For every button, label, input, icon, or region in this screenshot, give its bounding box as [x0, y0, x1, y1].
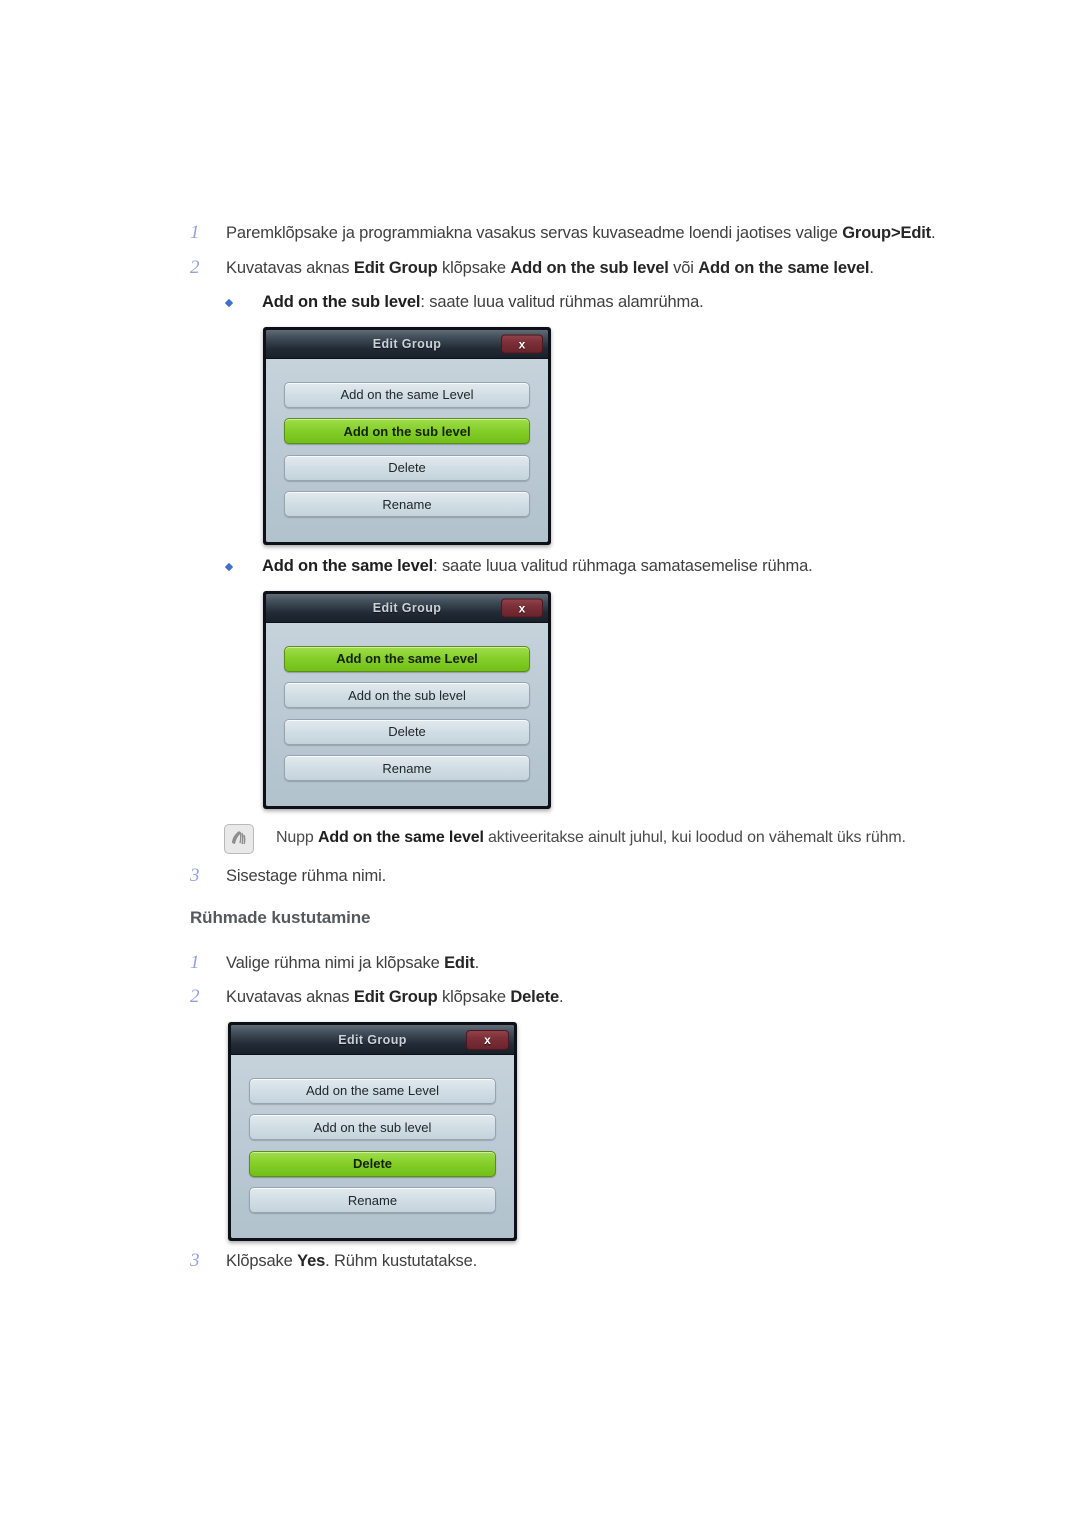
step-number: 3: [190, 865, 200, 886]
step-item-1: 1 Paremklõpsake ja programmiakna vasakus…: [190, 221, 1000, 245]
delete-button[interactable]: Delete: [284, 454, 530, 481]
close-icon[interactable]: x: [501, 598, 543, 618]
edit-group-dialog-1[interactable]: Edit Group x Add on the same Level Add o…: [263, 327, 551, 545]
dialog-titlebar: Edit Group x: [231, 1025, 514, 1055]
delete-button[interactable]: Delete: [284, 718, 530, 745]
delete-step-item-1: 1 Valige rühma nimi ja klõpsake Edit.: [190, 951, 1000, 975]
delete-step-item-2: 2 Kuvatavas aknas Edit Group klõpsake De…: [190, 985, 1000, 1009]
add-on-same-level-button[interactable]: Add on the same Level: [284, 645, 530, 672]
document-page: 1 Paremklõpsake ja programmiakna vasakus…: [0, 0, 1080, 1527]
step-item-2: 2 Kuvatavas aknas Edit Group klõpsake Ad…: [190, 256, 1000, 280]
dialog-titlebar: Edit Group x: [266, 594, 548, 623]
add-on-same-level-button[interactable]: Add on the same Level: [284, 381, 530, 408]
delete-button[interactable]: Delete: [249, 1150, 496, 1177]
dialog-title: Edit Group: [372, 337, 442, 351]
step-number: 2: [190, 257, 200, 278]
step-number: 2: [190, 986, 200, 1007]
note-hand-icon: [224, 824, 254, 854]
bullet-item-same-level: Add on the same level: saate luua valitu…: [224, 554, 1004, 578]
note-block: Nupp Add on the same level aktiveeritaks…: [224, 824, 1004, 854]
dialog-body: Add on the same Level Add on the sub lev…: [266, 359, 548, 542]
step-number: 1: [190, 222, 200, 243]
dialog-body: Add on the same Level Add on the sub lev…: [231, 1055, 514, 1238]
close-icon[interactable]: x: [466, 1029, 509, 1050]
edit-group-dialog-2[interactable]: Edit Group x Add on the same Level Add o…: [263, 591, 551, 809]
bullet-diamond-icon: [224, 290, 262, 314]
step-text: Klõpsake Yes. Rühm kustutatakse.: [226, 1252, 478, 1270]
rename-button[interactable]: Rename: [249, 1187, 496, 1214]
add-on-sub-level-button[interactable]: Add on the sub level: [284, 682, 530, 709]
step-number: 3: [190, 1250, 200, 1271]
dialog-titlebar: Edit Group x: [266, 330, 548, 359]
step-text: Kuvatavas aknas Edit Group klõpsake Dele…: [226, 988, 564, 1006]
step-text: Paremklõpsake ja programmiakna vasakus s…: [226, 224, 936, 242]
step-text: Kuvatavas aknas Edit Group klõpsake Add …: [226, 259, 874, 277]
bullet-item-sub-level: Add on the sub level: saate luua valitud…: [224, 290, 1004, 314]
bullet-text: Add on the sub level: saate luua valitud…: [262, 293, 704, 311]
step-number: 1: [190, 952, 200, 973]
add-on-sub-level-button[interactable]: Add on the sub level: [249, 1114, 496, 1141]
step-text: Sisestage rühma nimi.: [226, 867, 387, 885]
section-heading: Rühmade kustutamine: [190, 908, 371, 927]
note-text: Nupp Add on the same level aktiveeritaks…: [276, 829, 906, 846]
dialog-title: Edit Group: [372, 601, 442, 615]
delete-step-item-3: 3 Klõpsake Yes. Rühm kustutatakse.: [190, 1249, 1000, 1273]
add-on-sub-level-button[interactable]: Add on the sub level: [284, 418, 530, 445]
edit-group-dialog-3[interactable]: Edit Group x Add on the same Level Add o…: [228, 1022, 517, 1241]
dialog-inner: Edit Group x Add on the same Level Add o…: [266, 330, 548, 542]
dialog-body: Add on the same Level Add on the sub lev…: [266, 623, 548, 806]
dialog-title: Edit Group: [338, 1032, 407, 1047]
rename-button[interactable]: Rename: [284, 491, 530, 518]
dialog-inner: Edit Group x Add on the same Level Add o…: [266, 594, 548, 806]
step-item-3: 3 Sisestage rühma nimi.: [190, 864, 1000, 888]
dialog-inner: Edit Group x Add on the same Level Add o…: [231, 1025, 514, 1238]
rename-button[interactable]: Rename: [284, 755, 530, 782]
close-icon[interactable]: x: [501, 334, 543, 354]
bullet-text: Add on the same level: saate luua valitu…: [262, 557, 813, 575]
add-on-same-level-button[interactable]: Add on the same Level: [249, 1077, 496, 1104]
bullet-diamond-icon: [224, 554, 262, 578]
note-hand-glyph: [232, 831, 246, 845]
step-text: Valige rühma nimi ja klõpsake Edit.: [226, 954, 480, 972]
